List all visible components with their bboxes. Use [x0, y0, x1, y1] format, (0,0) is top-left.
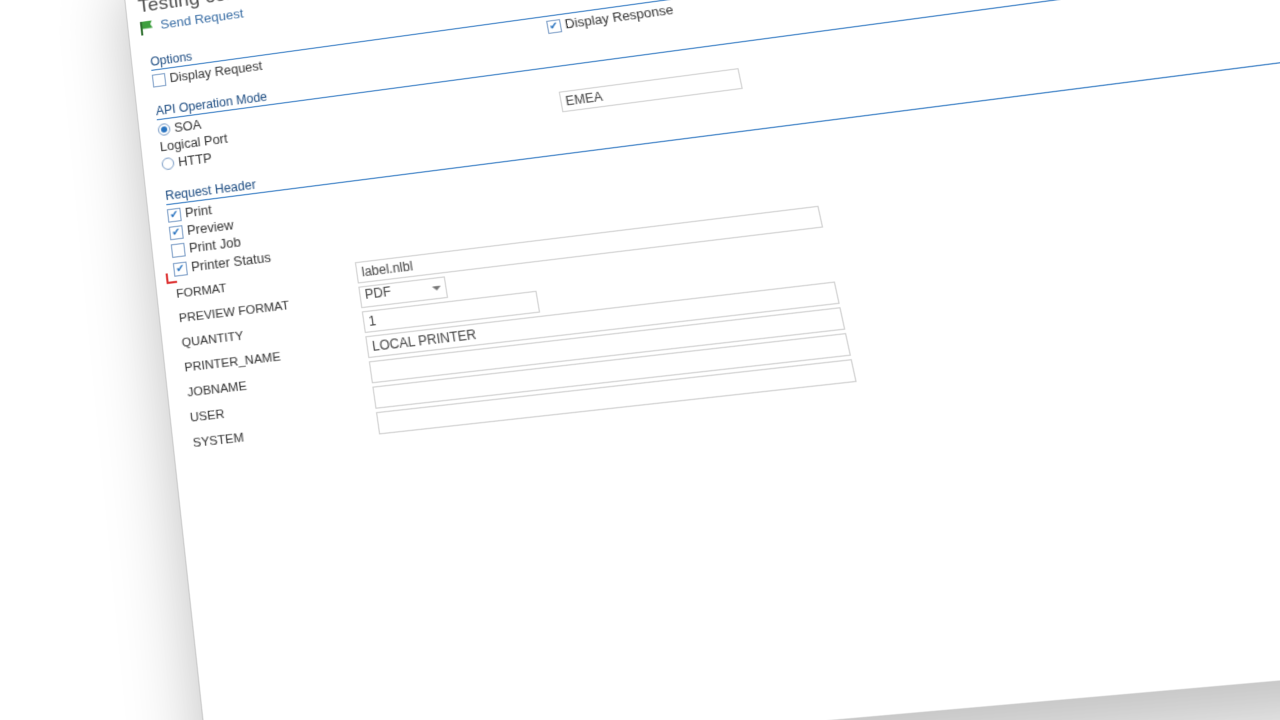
required-marker-icon	[166, 272, 178, 284]
print-checkbox[interactable]	[167, 207, 182, 222]
print-label: Print	[184, 203, 212, 221]
print-job-checkbox[interactable]	[171, 242, 186, 257]
app-window: ✔ « 💾 « ⌃ ✕ 🖨 🔍 🔍 ⇤ ◁ ▷ ⇥ ▣ ▣ ? ✲	[120, 0, 1280, 720]
soa-radio[interactable]	[157, 123, 171, 137]
http-label: HTTP	[177, 151, 212, 170]
flag-icon	[140, 20, 155, 34]
http-radio[interactable]	[161, 157, 175, 171]
logical-port-input[interactable]	[558, 68, 742, 112]
preview-label: Preview	[186, 218, 234, 238]
display-request-checkbox[interactable]	[152, 73, 167, 88]
soa-label: SOA	[174, 118, 203, 136]
preview-checkbox[interactable]	[169, 225, 184, 240]
display-response-checkbox[interactable]	[546, 19, 562, 34]
